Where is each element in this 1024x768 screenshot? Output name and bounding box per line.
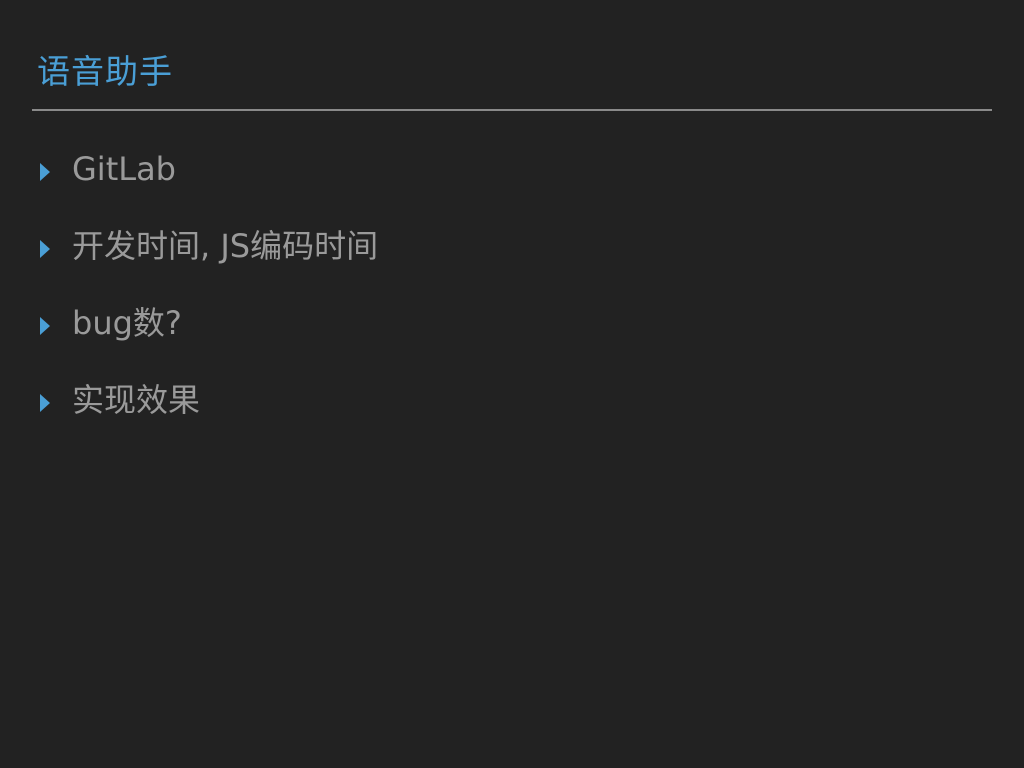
bullet-item-result: 实现效果 (40, 377, 378, 423)
bullet-text: GitLab (72, 150, 176, 188)
bullet-text: 开发时间, JS编码时间 (72, 227, 379, 265)
bullet-item-dev-time: 开发时间, JS编码时间 (40, 223, 378, 269)
title-divider (32, 109, 992, 111)
triangle-right-icon (40, 240, 50, 258)
bullet-text: 实现效果 (72, 381, 201, 419)
bullet-item-gitlab: GitLab (40, 146, 378, 192)
bullet-list: GitLab 开发时间, JS编码时间 bug数? 实现效果 (40, 146, 378, 454)
slide: 语音助手 GitLab 开发时间, JS编码时间 bug数? 实现效果 (0, 0, 1024, 768)
bullet-text: bug数? (72, 304, 182, 342)
bullet-item-bug-count: bug数? (40, 300, 378, 346)
triangle-right-icon (40, 317, 50, 335)
slide-title: 语音助手 (37, 52, 173, 91)
triangle-right-icon (40, 163, 50, 181)
triangle-right-icon (40, 394, 50, 412)
